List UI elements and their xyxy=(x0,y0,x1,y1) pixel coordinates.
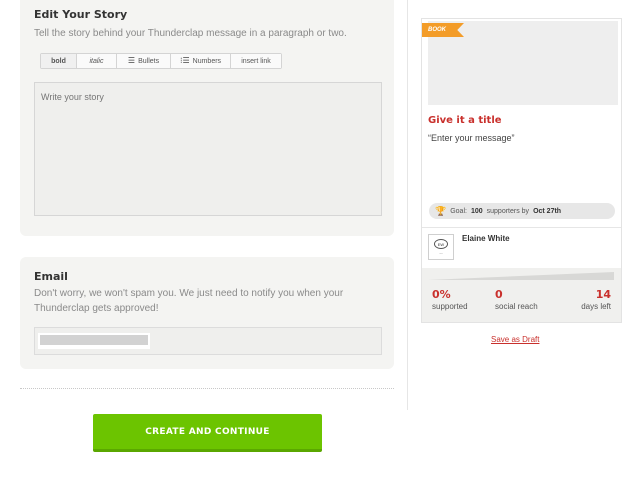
bold-label: bold xyxy=(51,57,66,65)
goal-prefix: Goal: xyxy=(450,207,467,215)
story-description: Tell the story behind your Thunderclap m… xyxy=(34,28,347,39)
stat-days-left-label: days left xyxy=(581,302,611,311)
avatar-signature-icon: ~~ xyxy=(439,251,443,255)
trophy-icon: 🏆 xyxy=(435,205,447,216)
goal-date: Oct 27th xyxy=(533,207,562,215)
stat-social-reach-value: 0 xyxy=(495,288,503,301)
stat-supported-value: 0% xyxy=(432,288,451,301)
numbered-list-icon: ⁝☰ xyxy=(179,56,190,65)
stat-supported: 0% supported xyxy=(432,288,468,311)
create-and-continue-button[interactable]: CREATE AND CONTINUE xyxy=(93,414,322,452)
story-textarea[interactable] xyxy=(34,82,382,216)
page: Edit Your Story Tell the story behind yo… xyxy=(0,0,640,481)
progress-bar-track xyxy=(428,272,614,280)
email-field-container xyxy=(34,327,382,355)
numbers-label: Numbers xyxy=(192,57,222,65)
email-description: Don't worry, we won't spam you. We just … xyxy=(34,288,344,314)
avatar: EW ~~ xyxy=(428,234,454,260)
email-field[interactable] xyxy=(38,333,150,349)
author-name: Elaine White xyxy=(462,234,510,243)
bullets-button[interactable]: ☰ Bullets xyxy=(117,54,171,68)
editor-toolbar: bold italic ☰ Bullets ⁝☰ Numbers insert … xyxy=(40,53,282,69)
author-row: EW ~~ Elaine White xyxy=(422,227,621,267)
avatar-logo-icon: EW xyxy=(434,239,448,249)
preview-message: “Enter your message” xyxy=(428,133,515,143)
stats-panel: 0% supported 0 social reach 14 days left xyxy=(422,268,621,322)
goal-pill: 🏆 Goal: 100 supporters by Oct 27th xyxy=(429,203,615,219)
insert-link-button[interactable]: insert link xyxy=(231,54,281,68)
bold-button[interactable]: bold xyxy=(41,54,77,68)
preview-card-body: BOOK Give it a title “Enter your message… xyxy=(422,19,621,226)
email-panel: Email Don't worry, we won't spam you. We… xyxy=(20,257,394,369)
progress-bar xyxy=(428,272,614,280)
stat-days-left: 14 days left xyxy=(581,288,611,311)
story-heading: Edit Your Story xyxy=(34,8,128,21)
redacted-email-value xyxy=(40,335,148,345)
save-as-draft-link[interactable]: Save as Draft xyxy=(491,335,539,344)
stat-supported-label: supported xyxy=(432,302,468,311)
story-panel: Edit Your Story Tell the story behind yo… xyxy=(20,0,394,236)
divider xyxy=(20,388,394,389)
goal-middle: supporters by xyxy=(486,207,530,215)
stat-social-reach: 0 social reach xyxy=(495,288,538,311)
preview-card: BOOK Give it a title “Enter your message… xyxy=(421,18,622,323)
insert-link-label: insert link xyxy=(241,57,271,65)
preview-title: Give it a title xyxy=(428,115,502,126)
italic-button[interactable]: italic xyxy=(77,54,117,68)
email-heading: Email xyxy=(34,270,68,283)
goal-count: 100 xyxy=(470,207,483,215)
stat-social-reach-label: social reach xyxy=(495,302,538,311)
stat-days-left-value: 14 xyxy=(595,288,611,301)
numbers-button[interactable]: ⁝☰ Numbers xyxy=(171,54,231,68)
bullet-list-icon: ☰ xyxy=(127,56,136,65)
bullets-label: Bullets xyxy=(138,57,160,65)
italic-label: italic xyxy=(89,57,104,65)
